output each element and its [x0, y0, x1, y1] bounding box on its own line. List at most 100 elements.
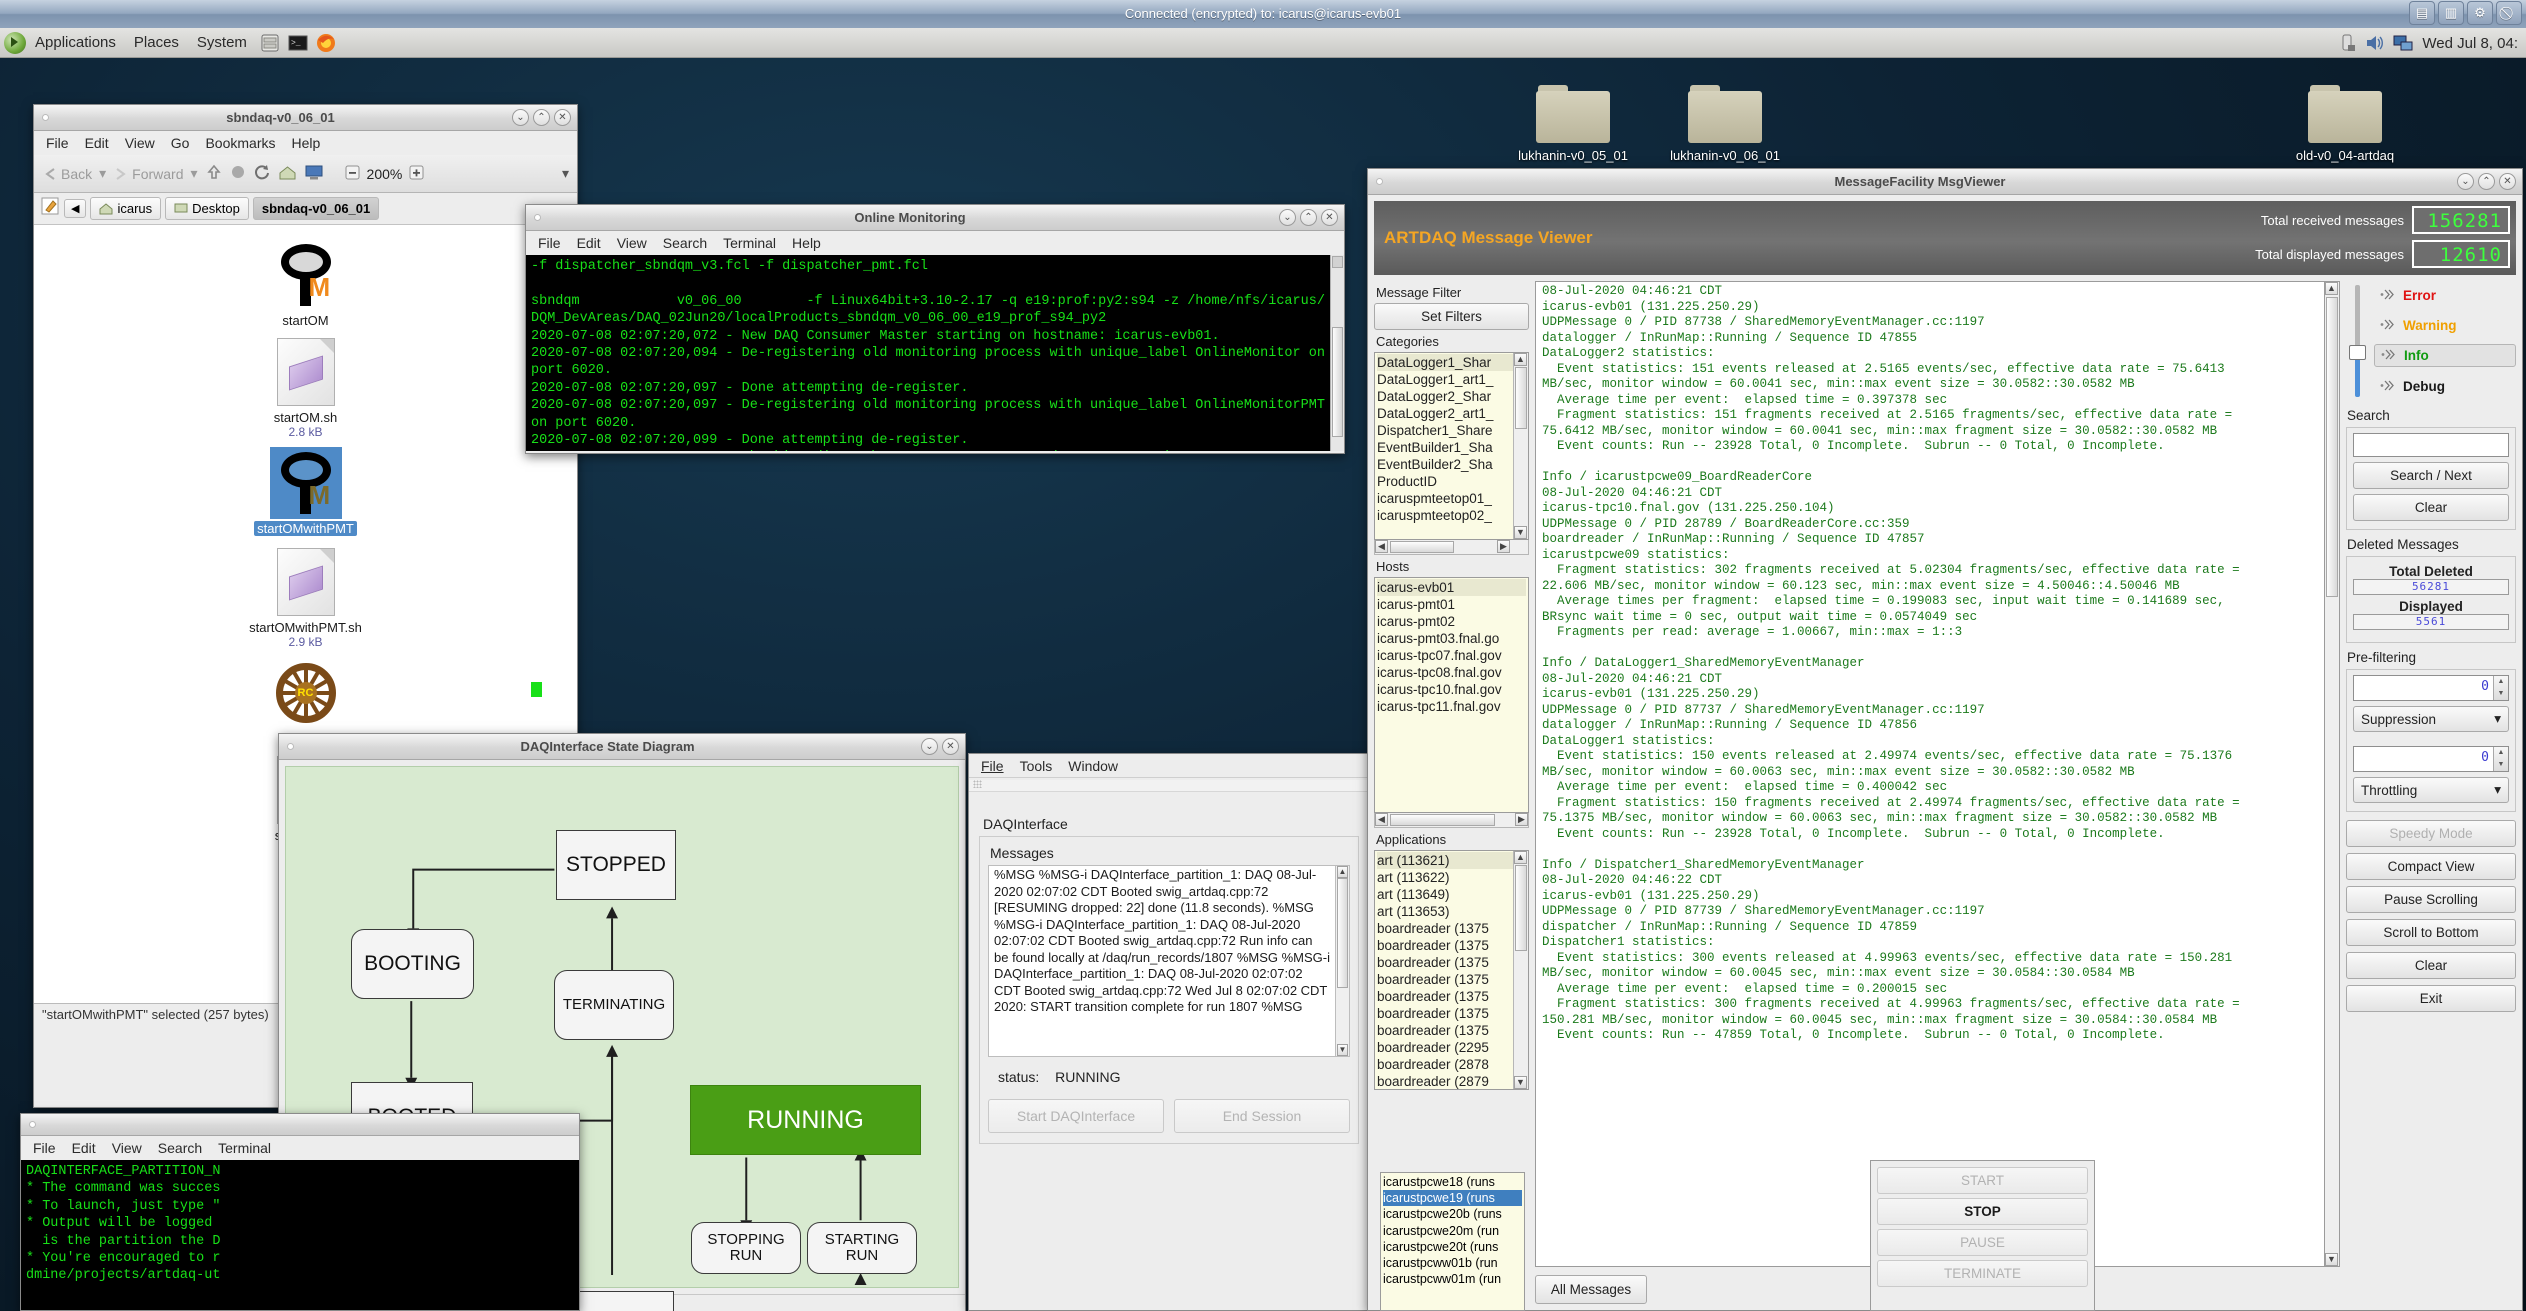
- home-icon[interactable]: [278, 164, 297, 184]
- list-item[interactable]: icarustpcww01m (run: [1383, 1271, 1522, 1287]
- list-item[interactable]: icarustpcwe20b (runs: [1383, 1206, 1522, 1222]
- battery-icon[interactable]: [2336, 32, 2358, 54]
- search-next-button[interactable]: Search / Next: [2353, 462, 2509, 489]
- list-item[interactable]: boardreader (2879: [1377, 1073, 1526, 1089]
- list-item[interactable]: icarus-tpc10.fnal.gov: [1377, 681, 1526, 698]
- categories-scrollbar-vertical[interactable]: ▲ ▼: [1513, 353, 1528, 539]
- state-node-stopped[interactable]: STOPPED: [556, 830, 676, 900]
- menu-system[interactable]: System: [188, 28, 256, 58]
- speedy-mode-button[interactable]: Speedy Mode: [2346, 820, 2516, 847]
- disconnect-icon[interactable]: ⃠: [2496, 1, 2522, 25]
- file-item-startOMwithPMT[interactable]: M startOMwithPMT: [231, 447, 381, 538]
- network-icon[interactable]: [2392, 32, 2414, 54]
- menu-file[interactable]: File: [38, 135, 77, 151]
- menu-view[interactable]: View: [609, 235, 655, 251]
- clipboard-icon[interactable]: ▥: [2438, 1, 2464, 25]
- list-item[interactable]: DataLogger1_Shar: [1377, 354, 1526, 371]
- scroll-up-icon[interactable]: ▲: [2325, 282, 2338, 295]
- file-item-startOM[interactable]: M startOM: [231, 239, 381, 328]
- applications-scrollbar-vertical[interactable]: ▲ ▼: [1513, 851, 1528, 1089]
- stop-icon[interactable]: [230, 164, 246, 183]
- menu-view[interactable]: View: [104, 1140, 150, 1156]
- window-menu-icon[interactable]: [534, 214, 541, 221]
- throttling-dropdown[interactable]: Throttling ▾: [2353, 777, 2509, 803]
- all-messages-button[interactable]: All Messages: [1535, 1275, 1647, 1304]
- list-item[interactable]: art (113653): [1377, 903, 1526, 920]
- categories-list[interactable]: DataLogger1_Shar DataLogger1_art1_ DataL…: [1374, 352, 1529, 540]
- compact-view-button[interactable]: Compact View: [2346, 853, 2516, 880]
- menu-tools[interactable]: Tools: [1012, 758, 1061, 774]
- close-button[interactable]: ✕: [1321, 209, 1338, 226]
- menu-search[interactable]: Search: [150, 1140, 210, 1156]
- hosts-scrollbar-horizontal[interactable]: ◀ ▶: [1374, 813, 1529, 828]
- close-button[interactable]: ✕: [942, 738, 959, 755]
- list-item[interactable]: ProductID: [1377, 473, 1526, 490]
- menu-window[interactable]: Window: [1060, 758, 1126, 774]
- menu-file[interactable]: File: [25, 1140, 64, 1156]
- maximize-button[interactable]: ⌃: [2478, 173, 2495, 190]
- menu-edit[interactable]: Edit: [77, 135, 117, 151]
- path-prev-button[interactable]: ◀: [64, 199, 87, 218]
- up-icon[interactable]: [205, 163, 223, 184]
- window-menu-icon[interactable]: [1376, 178, 1383, 185]
- severity-warning[interactable]: Warning: [2374, 315, 2516, 336]
- spinner-down-icon[interactable]: ▼: [2494, 688, 2508, 700]
- list-item[interactable]: icarustpcww01b (run: [1383, 1255, 1522, 1271]
- file-item-startOM-sh[interactable]: startOM.sh 2.8 kB: [231, 336, 381, 439]
- desktop-icon-2[interactable]: old-v0_04-artdaq: [2270, 85, 2420, 163]
- menu-file[interactable]: File: [973, 758, 1012, 774]
- list-item[interactable]: DataLogger2_Shar: [1377, 388, 1526, 405]
- breadcrumb-desktop[interactable]: Desktop: [165, 197, 249, 220]
- clock[interactable]: Wed Jul 8, 04:: [2422, 35, 2518, 52]
- list-item[interactable]: EventBuilder1_Sha: [1377, 439, 1526, 456]
- online-monitoring-scrollbar[interactable]: [1330, 255, 1344, 451]
- state-node-stopping-run[interactable]: STOPPING RUN: [691, 1222, 801, 1274]
- terminal-icon[interactable]: >_: [287, 32, 309, 54]
- menu-edit[interactable]: Edit: [64, 1140, 104, 1156]
- set-filters-button[interactable]: Set Filters: [1374, 303, 1529, 330]
- menu-view[interactable]: View: [117, 135, 163, 151]
- terminal2-titlebar[interactable]: [21, 1114, 579, 1136]
- edit-location-icon[interactable]: [40, 196, 60, 221]
- list-item[interactable]: icaruspmteetop01_: [1377, 490, 1526, 507]
- scroll-left-icon[interactable]: ◀: [1375, 813, 1388, 826]
- state-diagram-titlebar[interactable]: DAQInterface State Diagram ⌄ ✕: [279, 734, 965, 760]
- msgviewer-titlebar[interactable]: MessageFacility MsgViewer ⌄ ⌃ ✕: [1368, 169, 2522, 195]
- list-item[interactable]: boardreader (2878: [1377, 1056, 1526, 1073]
- window-menu-icon[interactable]: [42, 114, 49, 121]
- desktop-icon-0[interactable]: lukhanin-v0_05_01: [1498, 85, 1648, 163]
- volume-icon[interactable]: [2364, 32, 2386, 54]
- list-item[interactable]: boardreader (1375: [1377, 920, 1526, 937]
- breadcrumb-sbndaq[interactable]: sbndaq-v0_06_01: [252, 197, 380, 220]
- window-menu-icon[interactable]: [29, 1121, 36, 1128]
- list-item[interactable]: icaruspmteetop02_: [1377, 507, 1526, 524]
- end-session-button[interactable]: End Session: [1174, 1099, 1350, 1133]
- scroll-up-icon[interactable]: ▲: [1514, 353, 1527, 366]
- menu-go[interactable]: Go: [163, 135, 198, 151]
- scroll-down-icon[interactable]: ▼: [2325, 1253, 2338, 1266]
- list-item[interactable]: boardreader (1375: [1377, 954, 1526, 971]
- list-item[interactable]: boardreader (1375: [1377, 988, 1526, 1005]
- menu-places[interactable]: Places: [125, 28, 188, 58]
- zoom-out-button[interactable]: [345, 165, 360, 183]
- scroll-right-icon[interactable]: ▶: [1497, 540, 1510, 553]
- menu-file[interactable]: File: [530, 235, 569, 251]
- zoom-in-button[interactable]: [409, 165, 424, 183]
- run-start-button[interactable]: START: [1877, 1167, 2088, 1194]
- clear-button[interactable]: Clear: [2346, 952, 2516, 979]
- list-item[interactable]: DataLogger1_art1_: [1377, 371, 1526, 388]
- back-dropdown-icon[interactable]: ▾: [99, 165, 106, 182]
- back-button[interactable]: Back: [42, 166, 92, 182]
- search-clear-button[interactable]: Clear: [2353, 494, 2509, 521]
- spinner-down-icon[interactable]: ▼: [2494, 759, 2508, 771]
- list-item[interactable]: EventBuilder2_Sha: [1377, 456, 1526, 473]
- scroll-left-icon[interactable]: ◀: [1375, 540, 1388, 553]
- toolbar-grip[interactable]: [969, 780, 1369, 792]
- menu-terminal[interactable]: Terminal: [210, 1140, 279, 1156]
- list-item[interactable]: boardreader (1375: [1377, 971, 1526, 988]
- maximize-button[interactable]: ⌃: [1300, 209, 1317, 226]
- list-item[interactable]: art (113622): [1377, 869, 1526, 886]
- search-input[interactable]: [2353, 433, 2509, 457]
- terminal2-output[interactable]: DAQINTERFACE_PARTITION_N * The command w…: [21, 1160, 579, 1310]
- run-pause-button[interactable]: PAUSE: [1877, 1229, 2088, 1256]
